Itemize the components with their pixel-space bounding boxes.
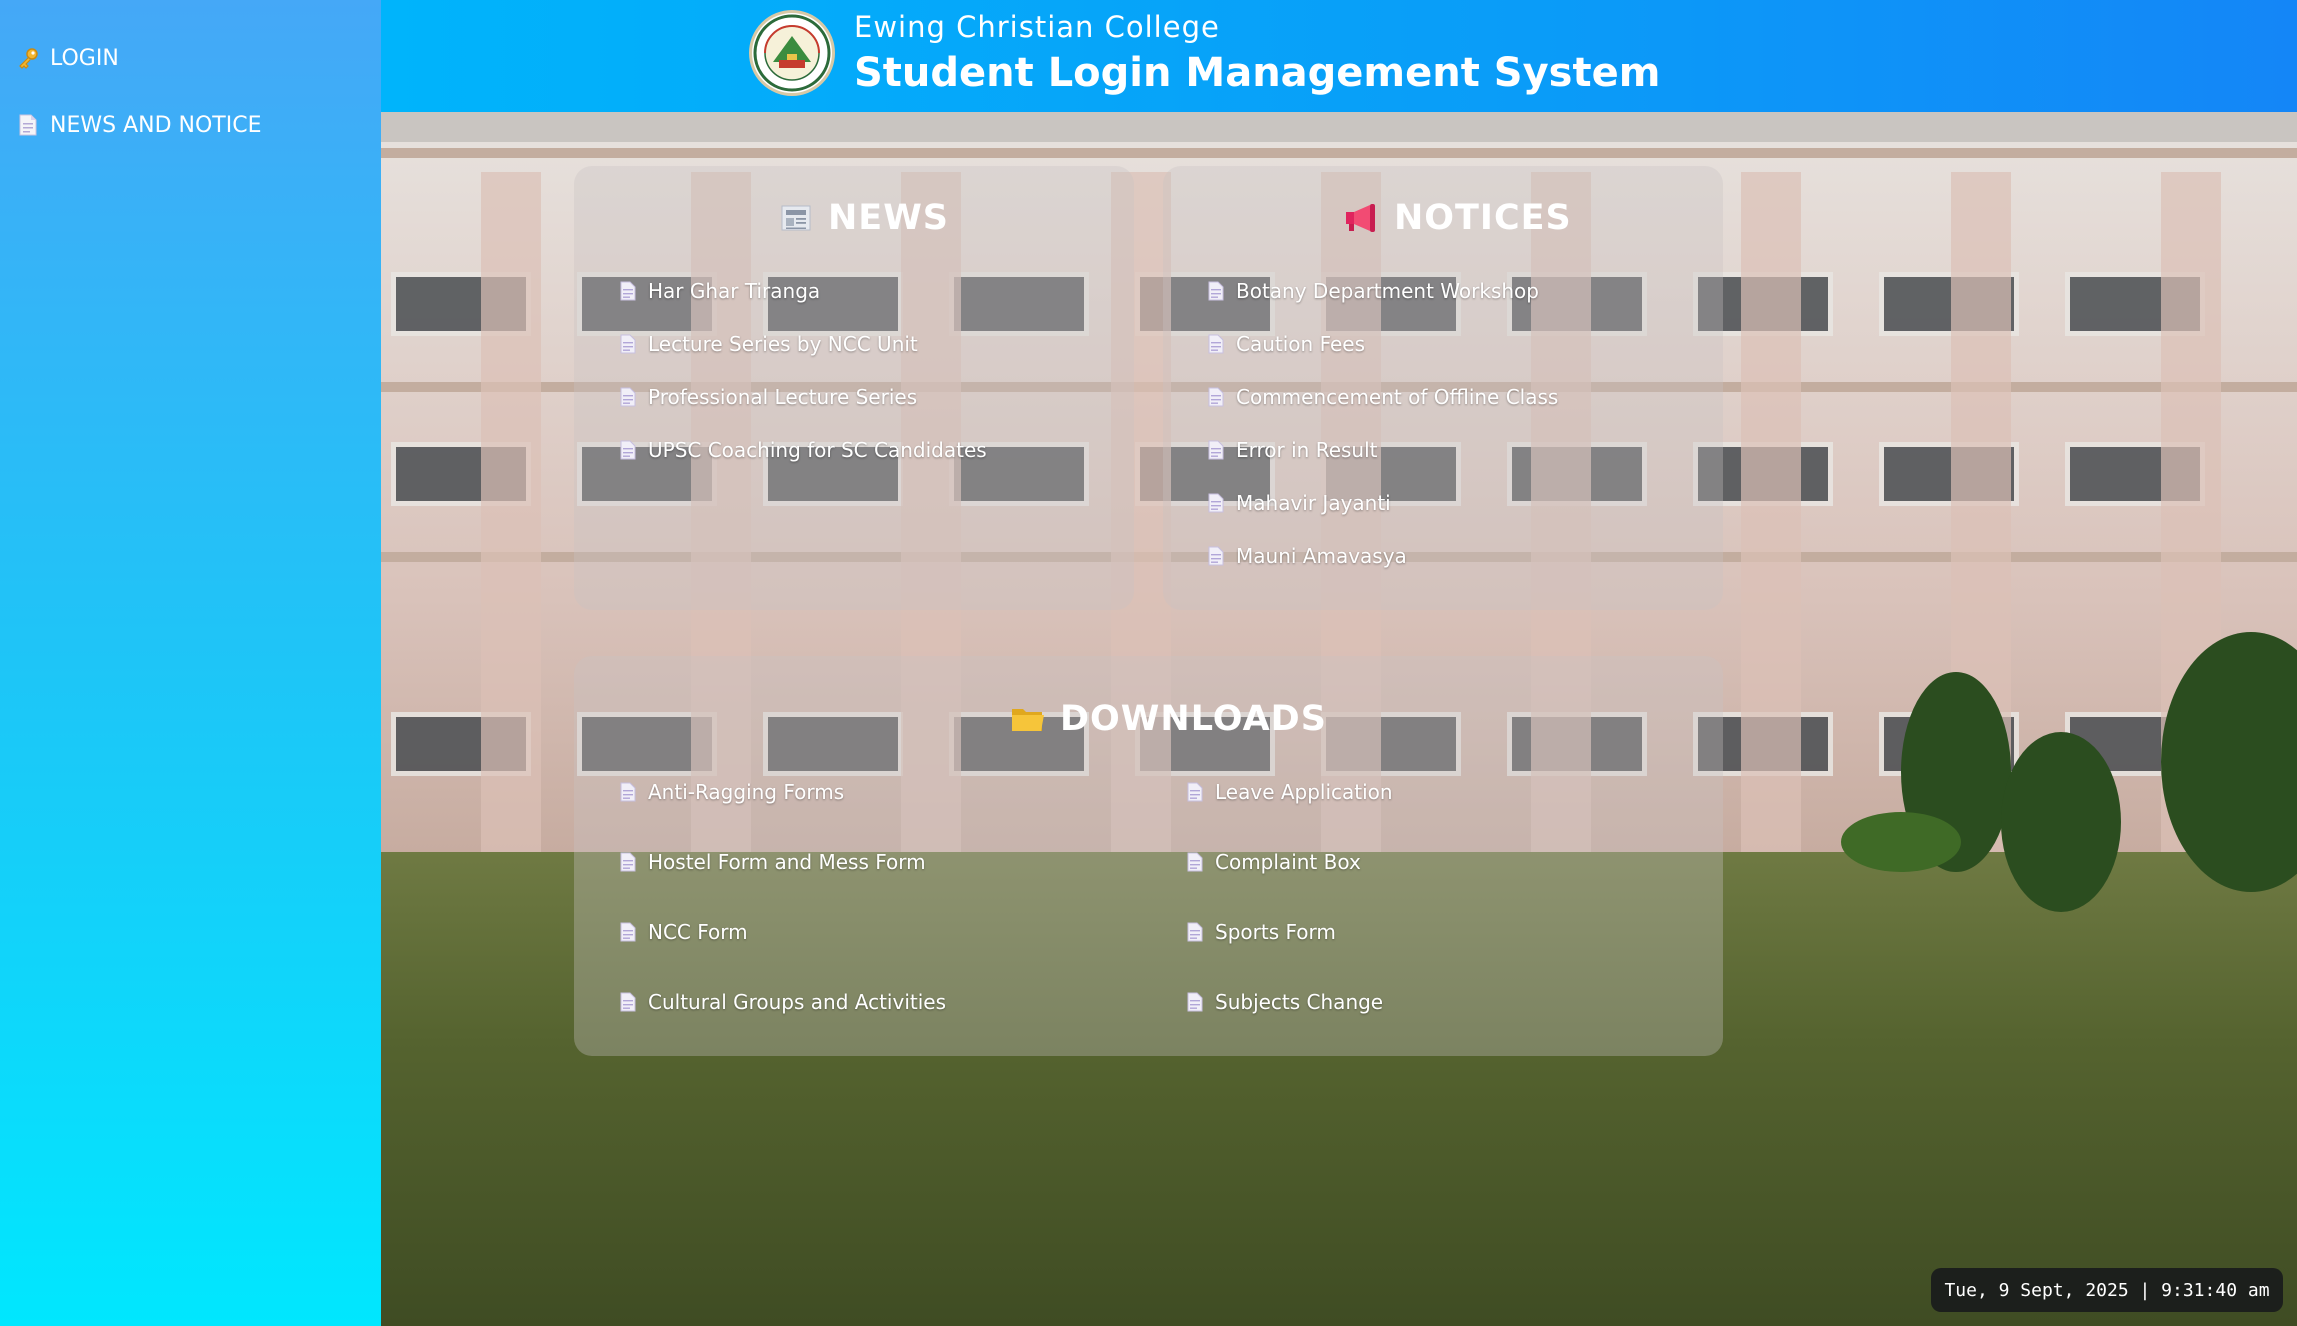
download-item-link[interactable]: Subjects Change bbox=[1187, 990, 1383, 1014]
download-item-link[interactable]: Leave Application bbox=[1187, 780, 1393, 804]
building-floor-band bbox=[381, 148, 2297, 158]
news-item-label: Professional Lecture Series bbox=[648, 385, 918, 409]
sidebar-item-news-and-notice[interactable]: NEWS AND NOTICE bbox=[0, 107, 381, 143]
pillar bbox=[481, 172, 541, 902]
download-item-label: Sports Form bbox=[1215, 920, 1336, 944]
downloads-title: DOWNLOADS bbox=[1010, 699, 1327, 739]
document-icon bbox=[620, 334, 636, 354]
news-title-text: NEWS bbox=[828, 198, 950, 238]
pillar bbox=[1741, 172, 1801, 902]
document-icon bbox=[1208, 281, 1224, 301]
sidebar-item-label: NEWS AND NOTICE bbox=[50, 112, 262, 138]
notices-title: NOTICES bbox=[1344, 198, 1572, 238]
sidebar-item-login[interactable]: LOGIN bbox=[0, 40, 381, 76]
download-item-label: Leave Application bbox=[1215, 780, 1393, 804]
download-item-label: Complaint Box bbox=[1215, 850, 1361, 874]
sidebar-item-label: LOGIN bbox=[50, 45, 119, 71]
download-item-label: Anti-Ragging Forms bbox=[648, 780, 845, 804]
document-icon bbox=[1208, 387, 1224, 407]
building-roofline bbox=[381, 112, 2297, 142]
sidebar: LOGIN NEWS AND NOTICE bbox=[0, 0, 381, 1326]
document-icon bbox=[620, 922, 636, 942]
notice-item-label: Caution Fees bbox=[1236, 332, 1366, 356]
bush bbox=[1841, 812, 1961, 872]
notice-item-label: Commencement of Offline Class bbox=[1236, 385, 1559, 409]
document-icon bbox=[620, 440, 636, 460]
news-item-label: Har Ghar Tiranga bbox=[648, 279, 821, 303]
download-item-link[interactable]: Cultural Groups and Activities bbox=[620, 990, 946, 1014]
bush bbox=[2001, 732, 2121, 912]
document-icon bbox=[1208, 546, 1224, 566]
newspaper-icon bbox=[780, 203, 814, 233]
document-icon bbox=[1187, 992, 1203, 1012]
document-icon bbox=[620, 992, 636, 1012]
document-icon bbox=[620, 852, 636, 872]
system-title: Student Login Management System bbox=[854, 50, 1661, 96]
news-item-link[interactable]: UPSC Coaching for SC Candidates bbox=[620, 438, 987, 462]
document-icon bbox=[620, 281, 636, 301]
document-icon bbox=[1208, 440, 1224, 460]
notices-title-text: NOTICES bbox=[1394, 198, 1572, 238]
college-name: Ewing Christian College bbox=[854, 10, 1220, 44]
download-item-label: Hostel Form and Mess Form bbox=[648, 850, 926, 874]
download-item-label: Cultural Groups and Activities bbox=[648, 990, 946, 1014]
news-item-label: Lecture Series by NCC Unit bbox=[648, 332, 918, 356]
notice-item-label: Botany Department Workshop bbox=[1236, 279, 1539, 303]
notice-item-label: Error in Result bbox=[1236, 438, 1378, 462]
notice-item-link[interactable]: Mauni Amavasya bbox=[1208, 544, 1407, 568]
download-item-link[interactable]: NCC Form bbox=[620, 920, 748, 944]
key-icon bbox=[16, 46, 40, 70]
download-item-label: Subjects Change bbox=[1215, 990, 1384, 1014]
document-icon bbox=[1208, 334, 1224, 354]
news-item-link[interactable]: Lecture Series by NCC Unit bbox=[620, 332, 918, 356]
header: Ewing Christian College Student Login Ma… bbox=[381, 0, 2297, 112]
download-item-label: NCC Form bbox=[648, 920, 748, 944]
notice-item-label: Mahavir Jayanti bbox=[1236, 491, 1391, 515]
news-item-link[interactable]: Professional Lecture Series bbox=[620, 385, 917, 409]
document-icon bbox=[1208, 493, 1224, 513]
news-title: NEWS bbox=[780, 198, 949, 238]
news-item-label: UPSC Coaching for SC Candidates bbox=[648, 438, 987, 462]
document-icon bbox=[1187, 852, 1203, 872]
document-icon bbox=[620, 782, 636, 802]
notice-item-label: Mauni Amavasya bbox=[1236, 544, 1407, 568]
download-item-link[interactable]: Complaint Box bbox=[1187, 850, 1361, 874]
document-icon bbox=[1187, 782, 1203, 802]
megaphone-icon bbox=[1344, 202, 1380, 234]
download-item-link[interactable]: Hostel Form and Mess Form bbox=[620, 850, 926, 874]
notice-item-link[interactable]: Commencement of Offline Class bbox=[1208, 385, 1558, 409]
folder-icon bbox=[1010, 704, 1046, 734]
notice-item-link[interactable]: Botany Department Workshop bbox=[1208, 279, 1539, 303]
document-icon bbox=[620, 387, 636, 407]
notice-item-link[interactable]: Mahavir Jayanti bbox=[1208, 491, 1391, 515]
news-item-link[interactable]: Har Ghar Tiranga bbox=[620, 279, 820, 303]
download-item-link[interactable]: Sports Form bbox=[1187, 920, 1336, 944]
datetime-clock: Tue, 9 Sept, 2025 | 9:31:40 am bbox=[1931, 1268, 2283, 1312]
downloads-title-text: DOWNLOADS bbox=[1060, 699, 1327, 739]
notice-item-link[interactable]: Caution Fees bbox=[1208, 332, 1365, 356]
document-icon bbox=[1187, 922, 1203, 942]
download-item-link[interactable]: Anti-Ragging Forms bbox=[620, 780, 844, 804]
college-logo bbox=[749, 10, 835, 96]
notice-item-link[interactable]: Error in Result bbox=[1208, 438, 1378, 462]
document-icon bbox=[16, 113, 40, 137]
